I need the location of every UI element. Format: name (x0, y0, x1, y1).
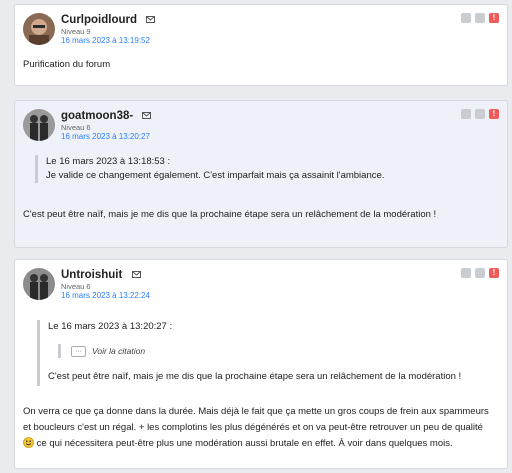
author-name[interactable]: Untroishuit (61, 269, 141, 281)
report-icon[interactable]: ! (489, 109, 499, 119)
report-icon[interactable]: ! (489, 268, 499, 278)
mail-icon[interactable] (142, 110, 152, 122)
quote-block: Le 16 mars 2023 à 13:18:53 : Je valide c… (35, 155, 499, 183)
quote-icon[interactable] (461, 109, 471, 119)
avatar[interactable] (23, 109, 55, 141)
post-actions: ! (461, 13, 499, 23)
edit-icon[interactable] (475, 109, 485, 119)
author-name[interactable]: goatmoon38- (61, 110, 152, 122)
post-actions: ! (461, 109, 499, 119)
report-icon[interactable]: ! (489, 13, 499, 23)
author-link[interactable]: goatmoon38- (61, 110, 133, 122)
post-text-line: On verra ce que ça donne dans la durée. … (23, 406, 489, 417)
post-text: On verra ce que ça donne dans la durée. … (23, 404, 499, 452)
edit-icon[interactable] (475, 13, 485, 23)
post-text-line: et boucleurs c'est un régal. + les compl… (23, 422, 483, 433)
post-text: Purification du forum (23, 59, 111, 70)
author-name[interactable]: Curlpoidlourd (61, 14, 156, 26)
quote-text: C'est peut être naïf, mais je me dis que… (48, 371, 462, 382)
quote-header: Le 16 mars 2023 à 13:18:53 : (46, 156, 171, 167)
quote-icon[interactable] (461, 268, 471, 278)
post-date[interactable]: 16 mars 2023 à 13:22:24 (61, 291, 150, 300)
edit-icon[interactable] (475, 268, 485, 278)
author-level: Niveau 6 (61, 282, 91, 291)
post-date[interactable]: 16 mars 2023 à 13:20:27 (61, 132, 150, 141)
forum-post: goatmoon38- Niveau 6 16 mars 2023 à 13:2… (14, 100, 508, 248)
mail-icon[interactable] (131, 269, 141, 281)
post-text: C'est peut être naïf, mais je me dis que… (23, 209, 437, 220)
post-content: Le 16 mars 2023 à 13:18:53 : Je valide c… (15, 147, 507, 232)
post-date[interactable]: 16 mars 2023 à 13:19:52 (61, 36, 150, 45)
avatar[interactable] (23, 268, 55, 300)
post-header: goatmoon38- Niveau 6 16 mars 2023 à 13:2… (15, 101, 507, 147)
post-actions: ! (461, 268, 499, 278)
quote-text: Je valide ce changement également. C'est… (46, 170, 385, 181)
post-content: Le 16 mars 2023 à 13:20:27 : ··· Voir la… (15, 306, 507, 462)
mail-icon[interactable] (146, 14, 156, 26)
view-quote-link[interactable]: Voir la citation (92, 344, 145, 358)
post-content: Purification du forum (15, 51, 507, 82)
forum-post: Untroishuit Niveau 6 16 mars 2023 à 13:2… (14, 259, 508, 469)
post-text-line: ce qui nécessitera peut-être plus une mo… (23, 436, 499, 452)
nested-quote[interactable]: ··· Voir la citation (58, 344, 499, 358)
author-level: Niveau 9 (61, 27, 91, 36)
author-link[interactable]: Curlpoidlourd (61, 14, 137, 26)
author-link[interactable]: Untroishuit (61, 269, 122, 281)
quote-header: Le 16 mars 2023 à 13:20:27 : (48, 321, 173, 332)
quote-icon[interactable] (461, 13, 471, 23)
avatar[interactable] (23, 13, 55, 45)
smiley-icon (23, 437, 34, 448)
post-header: Untroishuit Niveau 6 16 mars 2023 à 13:2… (15, 260, 507, 306)
post-header: Curlpoidlourd Niveau 9 16 mars 2023 à 13… (15, 5, 507, 51)
author-level: Niveau 6 (61, 123, 91, 132)
forum-post: Curlpoidlourd Niveau 9 16 mars 2023 à 13… (14, 4, 508, 86)
quote-block: Le 16 mars 2023 à 13:20:27 : ··· Voir la… (37, 320, 499, 386)
expand-quote-icon[interactable]: ··· (71, 345, 86, 357)
